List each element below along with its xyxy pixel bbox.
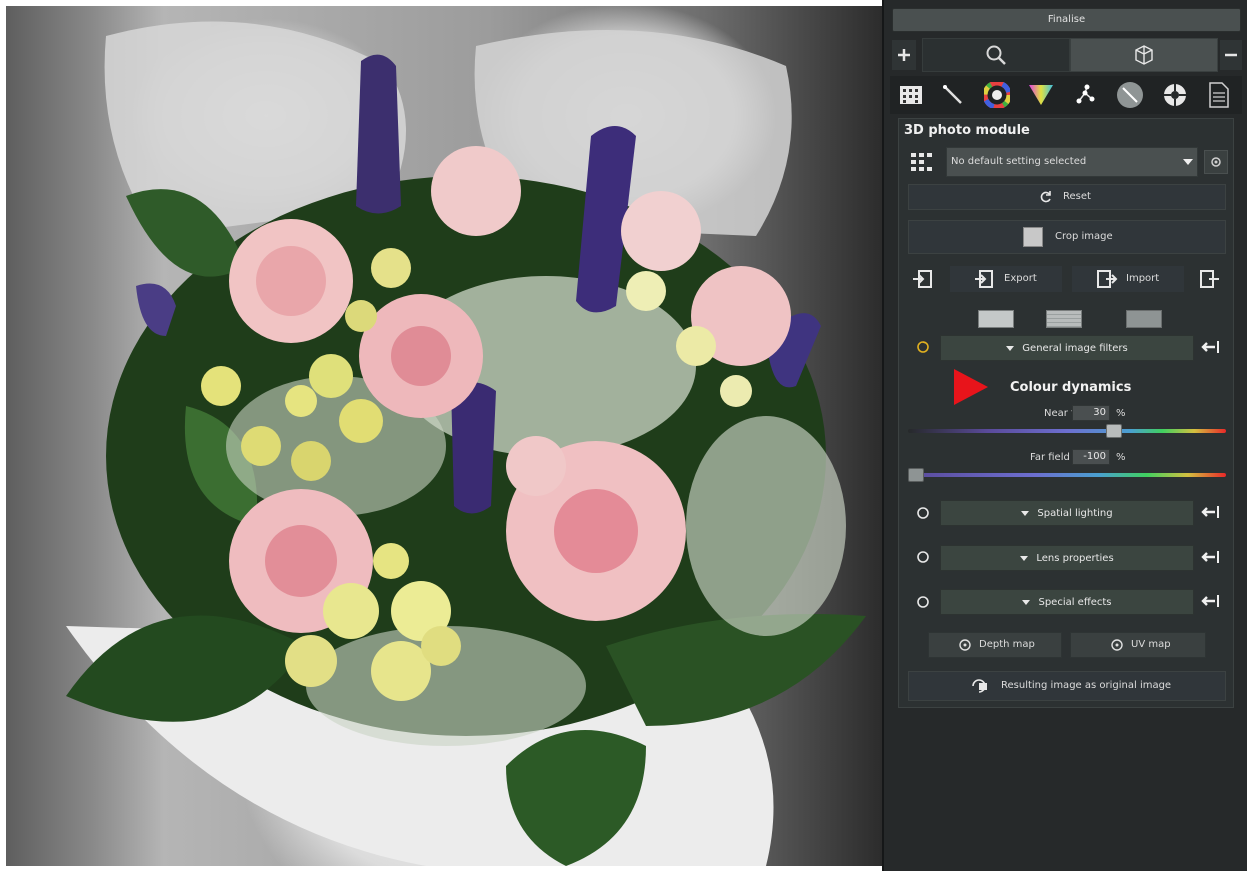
spatial-lighting-cycle-icon[interactable] (912, 502, 934, 524)
spatial-lighting-header[interactable]: Spatial lighting (940, 500, 1194, 526)
caret-down-icon (1020, 555, 1029, 561)
plus-icon (898, 49, 910, 61)
far-field-label: Far field (1030, 452, 1070, 463)
view-icon (1111, 639, 1123, 651)
uv-map-label: UV map (1131, 639, 1171, 650)
caret-down-icon (1006, 345, 1015, 351)
special-effects-label: Special effects (1038, 596, 1112, 608)
view-icon (959, 639, 971, 651)
arrow-left-bar-icon (1201, 595, 1219, 607)
export-button[interactable]: Export (950, 266, 1062, 292)
layout-toggle-3[interactable] (1126, 310, 1162, 328)
import-label: Import (1126, 273, 1160, 284)
chevron-down-icon (1183, 159, 1193, 165)
bouquet-image (66, 21, 866, 866)
lens-properties-label: Lens properties (1036, 552, 1114, 564)
reset-label: Reset (1063, 191, 1091, 202)
general-filters-pin-button[interactable] (1200, 336, 1222, 358)
general-filters-cycle-icon[interactable] (912, 336, 934, 358)
wand-icon[interactable] (938, 81, 968, 109)
arrow-left-bar-icon (1201, 551, 1219, 563)
crop-icon (1023, 227, 1043, 247)
layout-toggle-2[interactable] (1046, 310, 1082, 328)
grid-icon[interactable] (896, 81, 926, 109)
zoom-in-button[interactable] (892, 40, 916, 70)
colour-wheel-icon[interactable] (982, 80, 1012, 110)
zoom-out-button[interactable] (1220, 40, 1242, 70)
export-left-button[interactable] (908, 266, 936, 292)
nodes-icon[interactable] (1070, 80, 1100, 110)
preset-select-value: No default setting selected (951, 156, 1087, 167)
general-filters-header[interactable]: General image filters (940, 335, 1194, 361)
near-field-slider-handle[interactable] (1105, 424, 1122, 438)
caret-down-icon (1021, 510, 1030, 516)
document-icon[interactable] (1204, 79, 1234, 111)
special-effects-header[interactable]: Special effects (940, 589, 1194, 615)
crop-image-label: Crop image (1055, 231, 1113, 242)
far-field-slider-handle[interactable] (908, 468, 924, 482)
finalise-button[interactable]: Finalise (892, 8, 1241, 32)
swap-image-icon (972, 679, 987, 693)
special-effects-pin-button[interactable] (1200, 590, 1222, 612)
layout-toggle-1[interactable] (978, 310, 1014, 328)
play-arrow-icon (954, 369, 988, 405)
module-title: 3D photo module (904, 123, 1030, 138)
near-field-slider[interactable] (908, 429, 1226, 433)
arrow-left-bar-icon (1201, 506, 1219, 518)
far-field-unit: % (1116, 452, 1126, 463)
general-filters-label: General image filters (1022, 342, 1128, 354)
reset-button[interactable]: Reset (908, 184, 1226, 210)
lens-properties-header[interactable]: Lens properties (940, 545, 1194, 571)
reset-icon (1040, 191, 1051, 203)
import-icon (1097, 270, 1118, 288)
special-effects-cycle-icon[interactable] (912, 591, 934, 613)
preset-select[interactable]: No default setting selected (946, 147, 1198, 177)
far-field-input[interactable]: -100 (1072, 449, 1110, 465)
preset-list-icon[interactable] (910, 150, 936, 174)
resulting-image-label: Resulting image as original image (1001, 680, 1172, 691)
import-side-icon (1200, 270, 1219, 288)
export-label: Export (1004, 273, 1037, 284)
module-toolbar (890, 76, 1242, 114)
gear-icon (1211, 157, 1221, 167)
triangle-palette-icon[interactable] (1026, 80, 1056, 110)
resulting-image-button[interactable]: Resulting image as original image (908, 671, 1226, 701)
caret-down-icon (1022, 599, 1031, 605)
lens-icon[interactable] (1114, 79, 1146, 111)
near-field-unit: % (1116, 408, 1126, 419)
side-panel: Finalise 3D photo module No default sett… (882, 0, 1247, 871)
lens-properties-pin-button[interactable] (1200, 546, 1222, 568)
arrow-left-bar-icon (1201, 341, 1219, 353)
preset-settings-button[interactable] (1204, 150, 1228, 174)
photo-preview[interactable] (6, 6, 882, 866)
uv-map-button[interactable]: UV map (1070, 632, 1206, 658)
spatial-lighting-label: Spatial lighting (1037, 507, 1113, 519)
finalise-label: Finalise (1047, 14, 1086, 25)
spatial-lighting-pin-button[interactable] (1200, 501, 1222, 523)
import-right-button[interactable] (1196, 266, 1224, 292)
search-view-button[interactable] (922, 38, 1070, 72)
aperture-icon[interactable] (1160, 80, 1190, 110)
import-button[interactable]: Import (1072, 266, 1184, 292)
colour-dynamics-title: Colour dynamics (1010, 380, 1132, 395)
export-side-icon (913, 270, 932, 288)
crop-image-button[interactable]: Crop image (908, 220, 1226, 254)
minus-icon (1225, 53, 1237, 57)
lens-properties-cycle-icon[interactable] (912, 546, 934, 568)
near-field-input[interactable]: 30 (1072, 405, 1110, 421)
far-field-slider[interactable] (908, 473, 1226, 477)
depth-map-label: Depth map (979, 639, 1035, 650)
3d-view-button[interactable] (1070, 38, 1218, 72)
magnifier-icon (986, 45, 1006, 65)
cube-icon (1135, 45, 1153, 65)
depth-map-button[interactable]: Depth map (928, 632, 1062, 658)
export-icon (975, 270, 993, 288)
